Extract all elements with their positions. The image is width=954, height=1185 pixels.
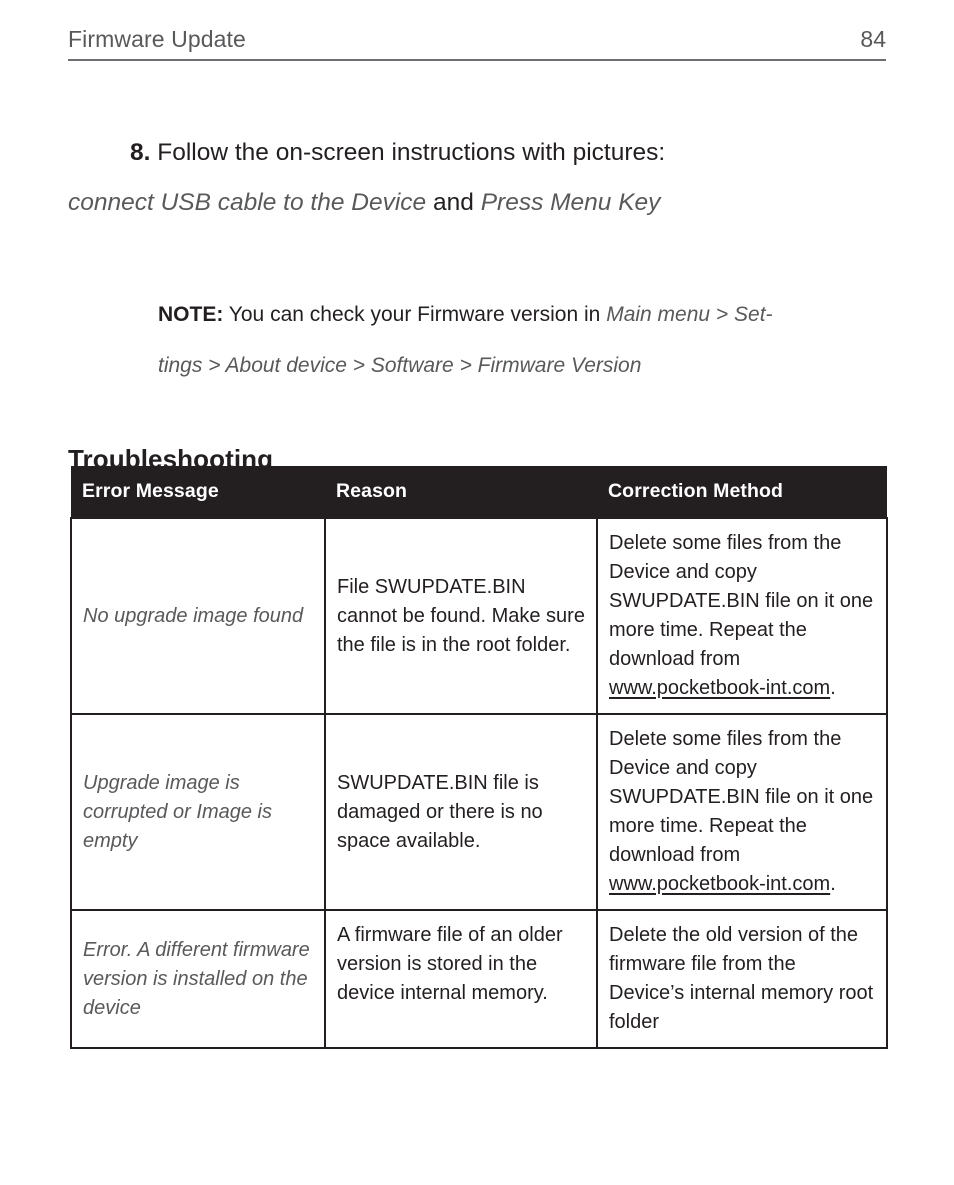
pocketbook-website-link[interactable]: www.pocketbook-int.com xyxy=(609,873,830,895)
step-number: 8. xyxy=(130,138,151,166)
cell-correction-method: Delete some files from the Device and co… xyxy=(596,713,888,911)
table-header: Error Message Reason Correction Method xyxy=(71,466,887,518)
running-header: Firmware Update 84 xyxy=(68,26,886,61)
correction-text: Delete some files from the Device and co… xyxy=(609,728,874,866)
cell-error-message: No upgrade image found xyxy=(70,517,326,715)
note-text: You can check your Firmware version in xyxy=(228,303,601,326)
step-italic-first: connect USB cable to the Device xyxy=(68,188,427,216)
table-body: No upgrade image found File SWUPDATE.BIN… xyxy=(70,517,888,1049)
cell-reason: SWUPDATE.BIN file is damaged or there is… xyxy=(324,713,598,911)
column-header-error-message: Error Message xyxy=(71,466,325,518)
cell-error-message: Error. A different firmware version is i… xyxy=(70,909,326,1049)
correction-text-tail: . xyxy=(830,677,836,699)
step-continuation: connect USB cable to the Device and Pres… xyxy=(68,178,888,228)
column-header-correction-method: Correction Method xyxy=(597,466,887,518)
troubleshooting-table-wrapper: Error Message Reason Correction Method N… xyxy=(70,466,888,1049)
document-page: Firmware Update 84 8. Follow the on-scre… xyxy=(0,0,954,1185)
cell-reason: A firmware file of an older version is s… xyxy=(324,909,598,1049)
correction-text: Delete some files from the Device and co… xyxy=(609,532,874,670)
table-header-row: Error Message Reason Correction Method xyxy=(71,466,887,518)
note-path-line-2: tings > About device > Software > Firmwa… xyxy=(158,354,642,377)
step-paragraph: 8. Follow the on-screen instructions wit… xyxy=(68,128,888,228)
cell-correction-method: Delete some files from the Device and co… xyxy=(596,517,888,715)
note-label: NOTE: xyxy=(158,303,224,326)
note-block: NOTE: You can check your Firmware versio… xyxy=(158,289,890,391)
table-row: No upgrade image found File SWUPDATE.BIN… xyxy=(70,517,888,715)
header-title: Firmware Update xyxy=(68,26,246,52)
table-row: Upgrade image is corrupted or Image is e… xyxy=(70,713,888,911)
page-number: 84 xyxy=(860,26,886,52)
step-text: Follow the on-screen instructions with p… xyxy=(157,138,666,166)
table-row: Error. A different firmware version is i… xyxy=(70,909,888,1049)
note-path-line-1: Main menu > Set- xyxy=(606,303,773,326)
cell-error-message: Upgrade image is corrupted or Image is e… xyxy=(70,713,326,911)
correction-text-tail: . xyxy=(830,873,836,895)
cell-correction-method: Delete the old version of the firmware f… xyxy=(596,909,888,1049)
troubleshooting-table: Error Message Reason Correction Method N… xyxy=(70,466,888,1049)
step-italic-second: Press Menu Key xyxy=(480,188,661,216)
cell-reason: File SWUPDATE.BIN cannot be found. Make … xyxy=(324,517,598,715)
column-header-reason: Reason xyxy=(325,466,597,518)
step-conjunction: and xyxy=(432,188,474,216)
correction-text: Delete the old version of the firmware f… xyxy=(609,924,874,1033)
pocketbook-website-link[interactable]: www.pocketbook-int.com xyxy=(609,677,830,699)
